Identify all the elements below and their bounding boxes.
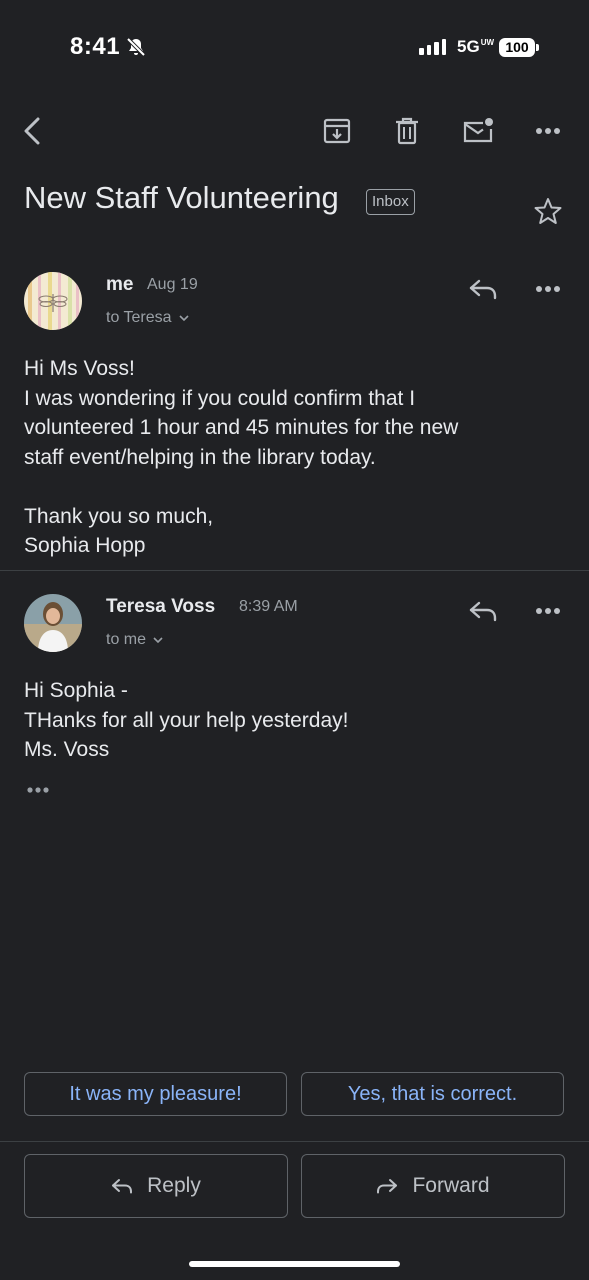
message-body: Hi Ms Voss! I was wondering if you could… xyxy=(24,357,459,557)
more-icon[interactable] xyxy=(530,113,566,149)
message-more-icon[interactable] xyxy=(530,271,566,307)
recipient-label: to Teresa xyxy=(106,309,172,326)
message-more-icon[interactable] xyxy=(530,593,566,629)
reply-label: Reply xyxy=(147,1174,201,1197)
message-divider xyxy=(0,570,589,571)
action-divider xyxy=(0,1141,589,1142)
network-sup: UW xyxy=(480,38,495,48)
network-label: 5G xyxy=(457,37,480,56)
battery-icon: 100 xyxy=(499,38,535,57)
trash-icon[interactable] xyxy=(389,113,425,149)
network-indicator: 5GUW xyxy=(457,37,494,57)
sender-name: Teresa Voss xyxy=(106,596,216,617)
inbox-label-chip[interactable]: Inbox xyxy=(366,189,415,215)
sender-name: me xyxy=(106,274,134,295)
back-icon[interactable] xyxy=(14,113,50,149)
status-time: 8:41 xyxy=(70,33,121,60)
recipient-label: to me xyxy=(106,631,147,648)
reply-icon[interactable] xyxy=(465,593,501,629)
forward-button[interactable]: Forward xyxy=(301,1154,565,1218)
reply-icon xyxy=(111,1177,133,1195)
mark-unread-icon[interactable] xyxy=(460,113,496,149)
message-date: 8:39 AM xyxy=(239,598,298,615)
message-body: Hi Sophia - THanks for all your help yes… xyxy=(24,679,349,761)
chevron-down-icon xyxy=(152,636,164,644)
home-indicator[interactable] xyxy=(189,1261,400,1267)
signal-icon xyxy=(419,39,446,55)
star-icon[interactable] xyxy=(530,193,566,229)
email-subject: New Staff Volunteering xyxy=(24,180,339,215)
bell-muted-icon xyxy=(126,37,146,57)
message-date: Aug 19 xyxy=(147,276,198,293)
smart-reply-button[interactable]: It was my pleasure! xyxy=(24,1072,287,1116)
avatar[interactable] xyxy=(24,594,82,652)
battery-nub xyxy=(536,44,539,51)
avatar[interactable] xyxy=(24,272,82,330)
reply-button[interactable]: Reply xyxy=(24,1154,288,1218)
smart-reply-button[interactable]: Yes, that is correct. xyxy=(301,1072,564,1116)
reply-icon[interactable] xyxy=(465,271,501,307)
recipient-details[interactable]: to Teresa xyxy=(106,309,190,327)
show-trimmed-content-icon[interactable] xyxy=(26,786,52,794)
recipient-details[interactable]: to me xyxy=(106,631,164,649)
forward-label: Forward xyxy=(412,1174,490,1197)
forward-icon xyxy=(376,1177,398,1195)
chevron-down-icon xyxy=(178,314,190,322)
archive-icon[interactable] xyxy=(319,113,355,149)
